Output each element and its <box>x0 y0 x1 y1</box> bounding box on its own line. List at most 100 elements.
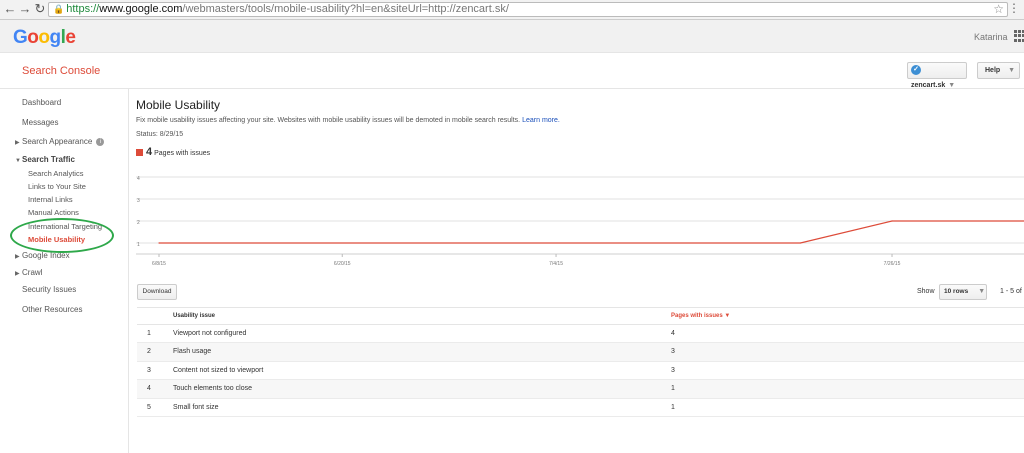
help-button[interactable]: Help ▼ <box>977 62 1020 79</box>
row-number: 5 <box>147 403 151 411</box>
info-icon[interactable]: i <box>96 137 105 146</box>
logo-letter: g <box>49 27 62 48</box>
table-row[interactable]: 3 Content not sized to viewport 3 <box>137 362 1024 381</box>
triangle-right-icon: ▶ <box>15 271 20 277</box>
app-title[interactable]: Search Console <box>22 65 100 77</box>
download-button[interactable]: Download <box>137 284 177 300</box>
x-tick-label: 6/8/15 <box>152 261 166 267</box>
row-number: 3 <box>147 366 151 374</box>
legend-swatch <box>136 149 143 156</box>
pages-count: 4 <box>671 330 675 337</box>
google-logo[interactable]: Google <box>13 27 76 49</box>
sidebar-item-links[interactable]: Links to Your Site <box>28 182 86 191</box>
address-bar[interactable]: 🔒 https://www.google.com/webmasters/tools… <box>48 2 1008 17</box>
y-tick-label: 2 <box>137 220 140 226</box>
status-text: Status: 8/29/15 <box>136 131 184 138</box>
url-path: /webmasters/tools/mobile-usability?hl=en… <box>182 3 509 15</box>
chart-legend[interactable]: 4 Pages with issues <box>136 146 210 158</box>
reload-icon[interactable]: ↻ <box>33 2 47 16</box>
issues-table: Usability issue Pages with issues ▼ 1 Vie… <box>137 307 1024 417</box>
x-tick-label: 7/26/15 <box>884 261 901 267</box>
table-row[interactable]: 2 Flash usage 3 <box>137 343 1024 362</box>
forward-arrow-icon[interactable]: → <box>18 2 32 16</box>
chevron-down-icon: ▼ <box>1008 67 1016 74</box>
triangle-down-icon: ▼ <box>15 158 21 164</box>
chevron-down-icon: ▼ <box>978 288 986 295</box>
issue-name: Small font size <box>173 403 219 411</box>
y-tick-label: 1 <box>137 242 140 248</box>
data-point <box>891 220 893 222</box>
column-header-pages[interactable]: Pages with issues ▼ <box>671 313 730 319</box>
sidebar-item-messages[interactable]: Messages <box>22 118 58 127</box>
pages-count: 3 <box>671 348 675 356</box>
pagination-text: 1 - 5 of <box>1000 288 1022 295</box>
row-number: 1 <box>147 330 151 337</box>
logo-letter: o <box>38 27 50 48</box>
table-row[interactable]: 5 Small font size 1 <box>137 399 1024 417</box>
pages-count: 3 <box>671 366 675 374</box>
site-name: zencart.sk <box>911 82 946 89</box>
highlight-circle <box>10 218 114 253</box>
table-body: 1 Viewport not configured 4 2 Flash usage 3 3 C… <box>137 325 1024 417</box>
issue-name: Touch elements too close <box>173 385 252 393</box>
url-scheme: https:// <box>66 3 100 15</box>
issues-line-chart: 12346/8/156/20/157/4/157/26/158/22/15 <box>136 176 1024 267</box>
apps-grid-icon[interactable] <box>1014 30 1024 42</box>
show-label: Show <box>917 288 935 295</box>
y-tick-label: 4 <box>137 176 140 182</box>
x-tick-label: 6/20/15 <box>334 261 351 267</box>
pages-count: 1 <box>671 403 675 411</box>
google-header: Google Katarina <box>0 20 1024 53</box>
learn-more-link[interactable]: Learn more. <box>522 117 560 124</box>
data-point <box>158 242 160 244</box>
rows-per-page-select[interactable]: 10 rows ▼ <box>939 284 987 300</box>
rows-value: 10 rows <box>944 288 969 295</box>
sidebar-item-search-traffic[interactable]: ▼Search Traffic <box>15 155 75 164</box>
logo-letter: e <box>65 27 76 48</box>
issue-name: Content not sized to viewport <box>173 366 264 374</box>
column-header-issue[interactable]: Usability issue <box>173 313 215 319</box>
user-name[interactable]: Katarina <box>974 32 1008 42</box>
legend-label: Pages with issues <box>154 150 211 157</box>
sidebar-item-search-analytics[interactable]: Search Analytics <box>28 169 83 178</box>
data-point <box>799 242 801 244</box>
sidebar-item-crawl[interactable]: ▶ Crawl <box>15 268 42 277</box>
page-description: Fix mobile usability issues affecting yo… <box>136 117 560 124</box>
logo-letter: G <box>13 27 28 48</box>
triangle-right-icon: ▶ <box>15 254 20 260</box>
page-root: ← → ↻ 🔒 https://www.google.com/webmasters… <box>0 0 1024 453</box>
sidebar-item-security-issues[interactable]: Security Issues <box>22 285 76 294</box>
back-arrow-icon[interactable]: ← <box>3 2 17 16</box>
row-number: 2 <box>147 348 151 356</box>
url-domain: www.google.com <box>99 3 183 15</box>
legend-count: 4 <box>146 146 153 158</box>
page-title: Mobile Usability <box>136 98 221 112</box>
sidebar-item-label: Search Traffic <box>22 155 75 164</box>
table-row[interactable]: 1 Viewport not configured 4 <box>137 325 1024 344</box>
x-tick-label: 7/4/15 <box>549 261 563 267</box>
sidebar-item-label: Search Appearance <box>22 137 93 146</box>
triangle-right-icon: ▶ <box>15 140 20 146</box>
table-row[interactable]: 4 Touch elements too close 1 <box>137 380 1024 399</box>
help-label: Help <box>985 67 1001 74</box>
app-header: Search Console ✓zencart.sk ▼ Help ▼ <box>0 53 1024 89</box>
site-selector[interactable]: ✓ zencart.sk ▼ <box>907 62 967 89</box>
issue-name: Flash usage <box>173 348 212 356</box>
globe-icon: ✓ <box>911 65 921 76</box>
sidebar: Dashboard Messages ▶ Search Appearance i ▼… <box>0 89 129 453</box>
browser-toolbar: ← → ↻ 🔒 https://www.google.com/webmasters… <box>0 0 1024 20</box>
sidebar-item-label: Crawl <box>22 268 43 277</box>
sidebar-item-manual-actions[interactable]: Manual Actions <box>28 208 79 217</box>
sidebar-item-search-appearance[interactable]: ▶ Search Appearance i <box>15 137 105 146</box>
issue-name: Viewport not configured <box>173 330 247 337</box>
browser-menu-icon[interactable]: ⋮ <box>1008 1 1020 15</box>
table-header: Usability issue Pages with issues ▼ <box>137 308 1024 325</box>
bookmark-star-icon[interactable]: ☆ <box>993 2 1004 16</box>
description-text: Fix mobile usability issues affecting yo… <box>136 117 521 124</box>
sidebar-item-other-resources[interactable]: Other Resources <box>22 305 82 314</box>
chevron-down-icon: ▼ <box>948 82 956 89</box>
sidebar-item-dashboard[interactable]: Dashboard <box>22 98 61 107</box>
pages-count: 1 <box>671 385 675 393</box>
sidebar-item-internal-links[interactable]: Internal Links <box>28 195 73 204</box>
series-line <box>159 220 1024 244</box>
